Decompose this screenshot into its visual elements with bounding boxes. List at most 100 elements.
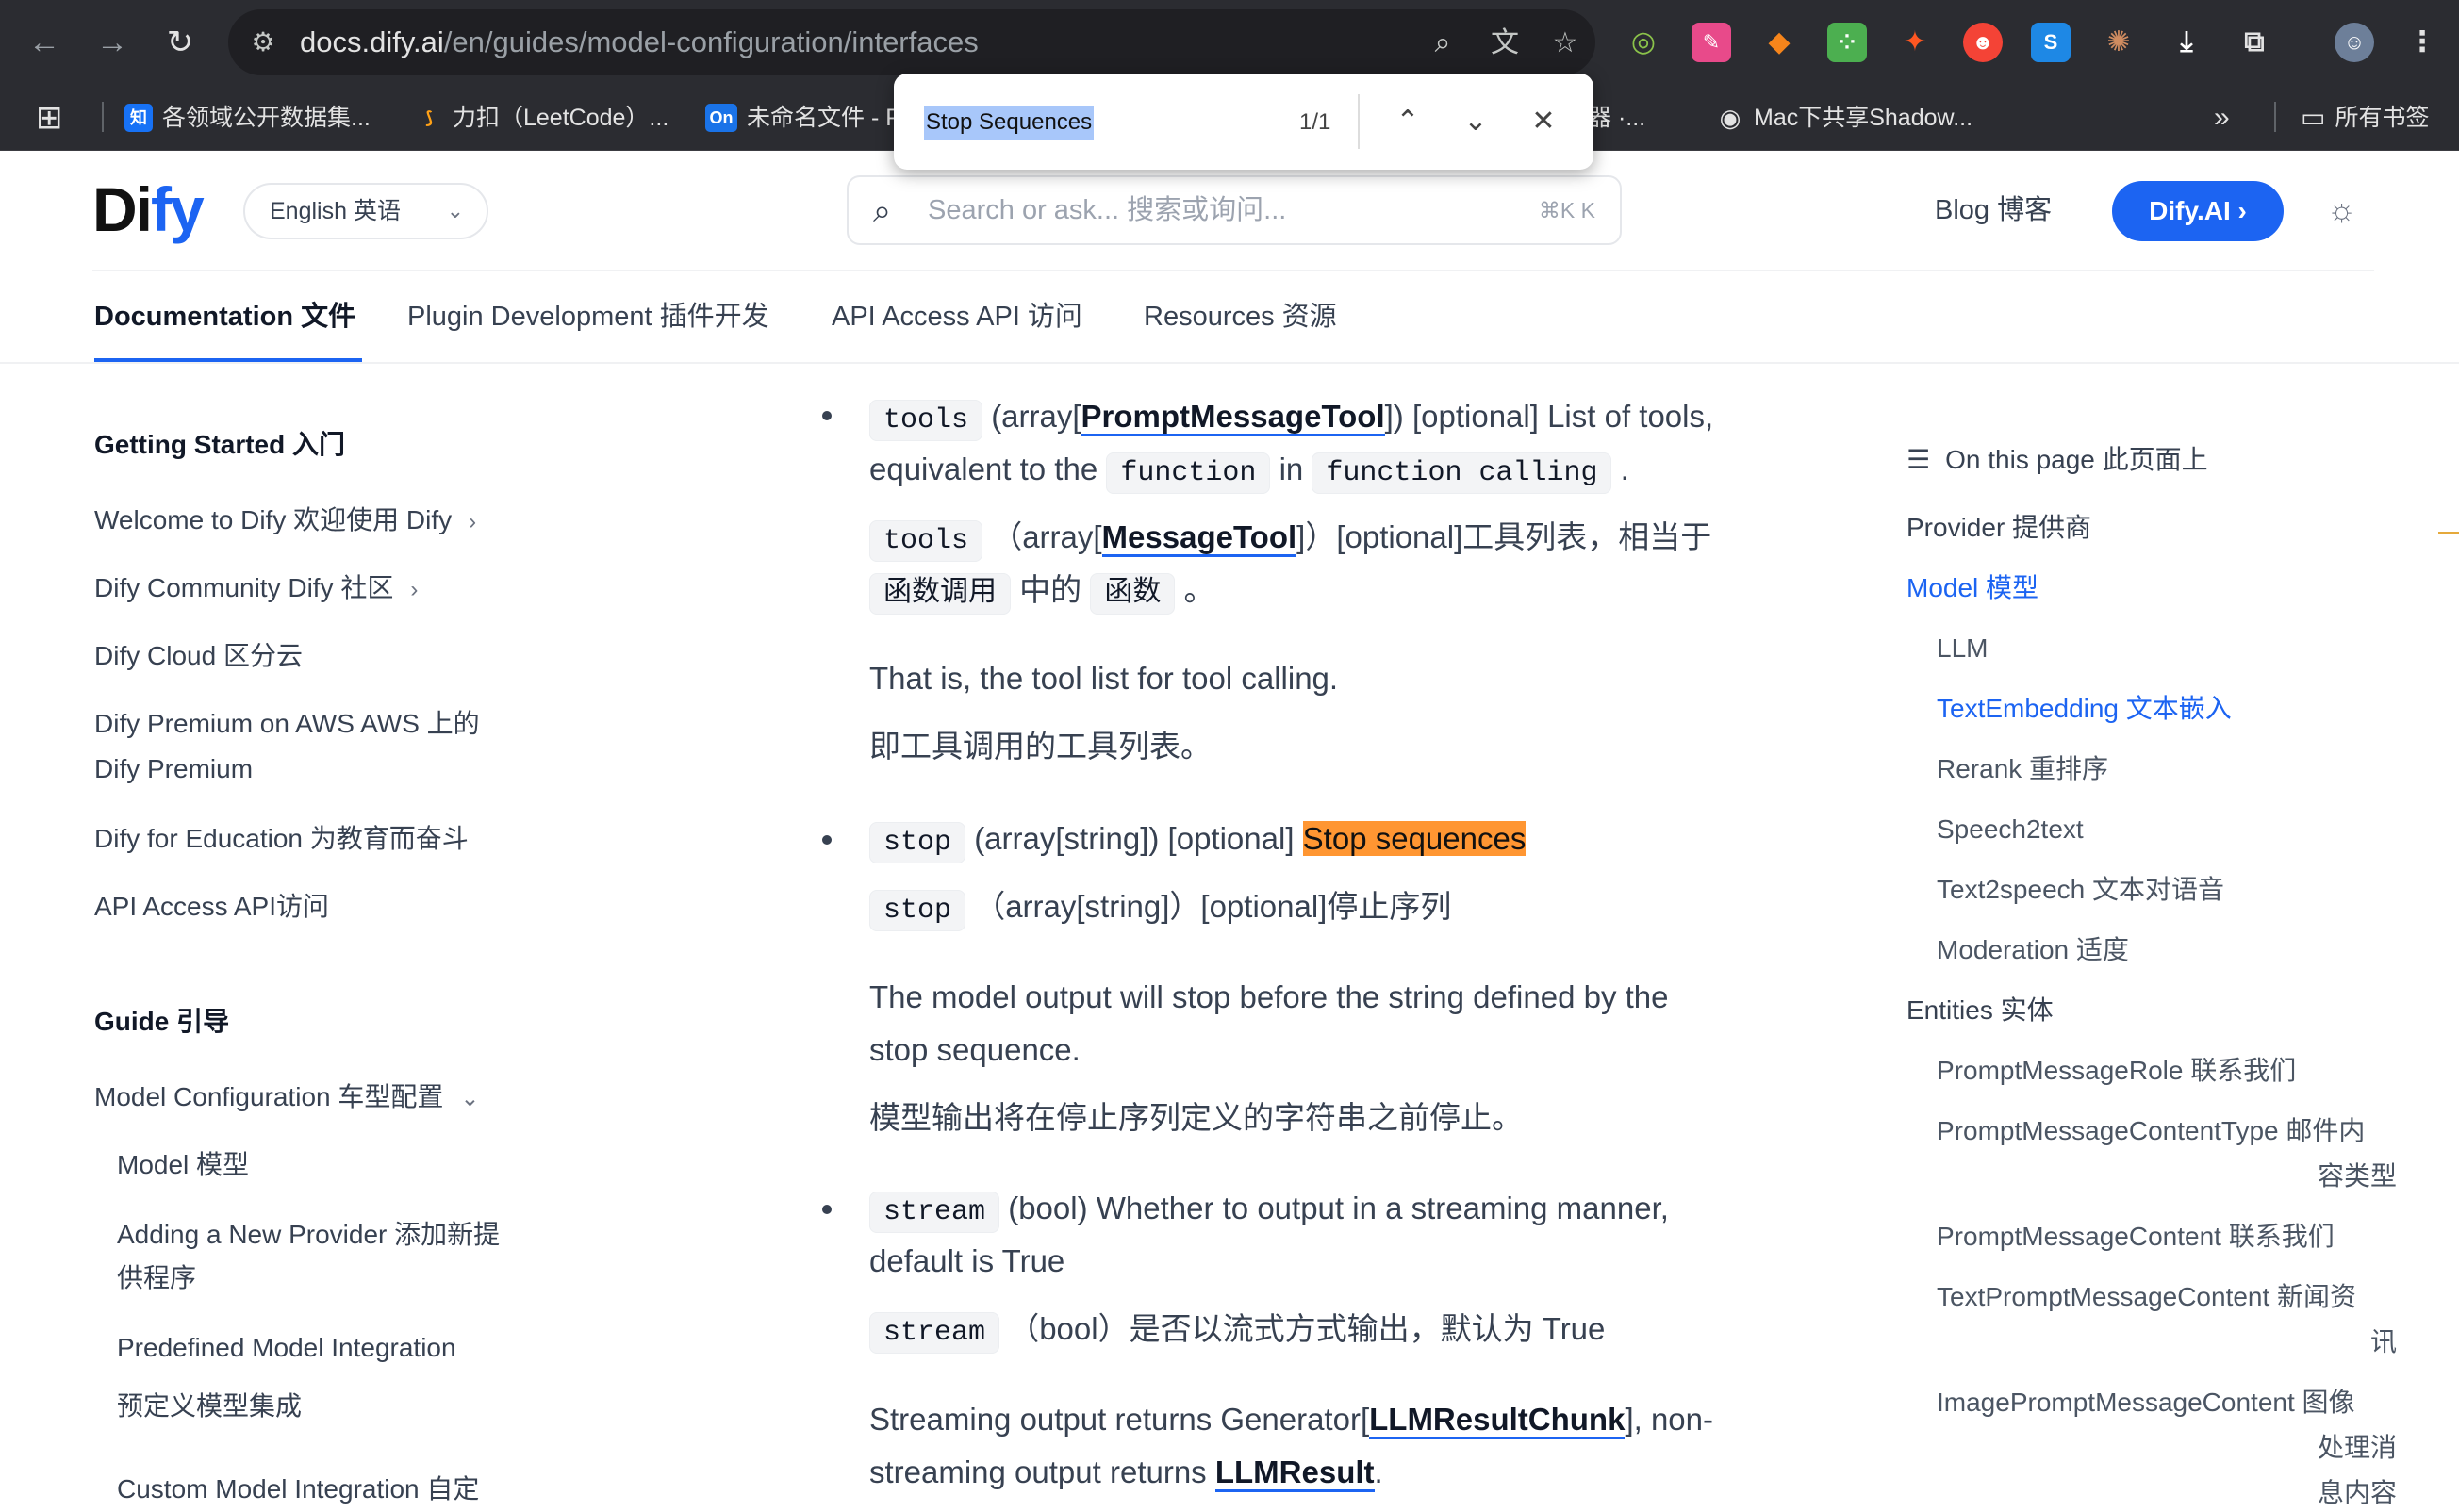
forward-arrow-icon[interactable]: → bbox=[91, 21, 134, 64]
find-close-icon[interactable]: ✕ bbox=[1522, 100, 1565, 143]
profile-avatar[interactable]: ☺ bbox=[2335, 23, 2374, 62]
find-divider bbox=[1358, 94, 1360, 149]
bookmark-label: 力扣（LeetCode）... bbox=[453, 105, 669, 131]
toc-title: ☰ On this page 此页面上 bbox=[1906, 445, 2208, 474]
site-info-icon[interactable]: ⚙ bbox=[247, 26, 279, 58]
address-bar[interactable]: ⚙ docs.dify.ai/en/guides/model-configura… bbox=[228, 9, 1595, 75]
extensions-puzzle-icon[interactable]: ⧉ bbox=[2235, 23, 2274, 62]
all-bookmarks[interactable]: ▭ 所有书签 bbox=[2301, 92, 2429, 143]
toc-item[interactable]: Speech2text bbox=[1937, 811, 2084, 848]
find-next-icon[interactable]: ⌄ bbox=[1454, 100, 1497, 143]
toc-item[interactable]: TextPromptMessageContent 新闻资 bbox=[1937, 1278, 2356, 1316]
sidebar-item-new-provider-cont[interactable]: 供程序 bbox=[117, 1259, 196, 1297]
toc-item[interactable]: Moderation 适度 bbox=[1937, 931, 2129, 969]
toc-item[interactable]: Model 模型 bbox=[1906, 569, 2038, 607]
link-llm-result-chunk[interactable]: LLMResultChunk bbox=[1369, 1402, 1626, 1439]
toc-item[interactable]: ImagePromptMessageContent 图像 bbox=[1937, 1384, 2355, 1422]
toc-item[interactable]: PromptMessageContent 联系我们 bbox=[1937, 1218, 2335, 1256]
apps-grid-icon[interactable]: ⊞ bbox=[36, 92, 63, 143]
sidebar-heading-getting-started: Getting Started 入门 bbox=[94, 430, 346, 459]
search-box[interactable]: ⌕ Search or ask... 搜索或询问... ⌘K K bbox=[847, 175, 1622, 245]
toc-item[interactable]: 讯 bbox=[2370, 1323, 2397, 1361]
toc-item[interactable]: Text2speech 文本对语音 bbox=[1937, 871, 2224, 909]
star-bookmark-icon[interactable]: ☆ bbox=[1546, 26, 1584, 60]
stream-zh-line: stream （bool）是否以流式方式输出，默认为 True bbox=[869, 1303, 1605, 1359]
url-text[interactable]: docs.dify.ai/en/guides/model-configurati… bbox=[300, 9, 979, 75]
extension-circle-icon[interactable]: ◎ bbox=[1624, 23, 1663, 62]
metamask-fox-icon[interactable]: ◆ bbox=[1759, 23, 1799, 62]
bookmark-item[interactable]: ◉ Mac下共享Shadow... bbox=[1716, 92, 1972, 143]
dify-logo[interactable]: Dify bbox=[92, 173, 205, 245]
sidebar-item-education[interactable]: Dify for Education 为教育而奋斗 bbox=[94, 820, 469, 858]
bookmark-separator bbox=[102, 102, 104, 132]
scroll-marker bbox=[2438, 532, 2459, 534]
translate-icon[interactable]: 文 bbox=[1486, 26, 1524, 60]
link-message-tool[interactable]: MessageTool bbox=[1101, 519, 1297, 557]
find-previous-icon[interactable]: ⌃ bbox=[1386, 100, 1429, 143]
code-tools: tools bbox=[869, 520, 983, 562]
bookmark-item[interactable]: 知 各领域公开数据集... bbox=[124, 92, 371, 143]
extension-s-icon[interactable]: S bbox=[2031, 23, 2071, 62]
dify-ai-button[interactable]: Dify.AI › bbox=[2112, 181, 2284, 241]
toc-item[interactable]: Entities 实体 bbox=[1906, 992, 2054, 1029]
blog-link[interactable]: Blog 博客 bbox=[1935, 189, 2052, 232]
sidebar-item-api-access[interactable]: API Access API访问 bbox=[94, 888, 329, 926]
toc-item[interactable]: LLM bbox=[1937, 630, 1988, 667]
toc-item[interactable]: 息内容 bbox=[2318, 1474, 2397, 1512]
download-icon[interactable]: ⤓ bbox=[2167, 23, 2206, 62]
tab-documentation[interactable]: Documentation 文件 bbox=[94, 292, 355, 341]
toc-item[interactable]: PromptMessageContentType 邮件内 bbox=[1937, 1112, 2365, 1150]
extension-bot-icon[interactable]: ☻ bbox=[1963, 23, 2003, 62]
toc-item[interactable]: Rerank 重排序 bbox=[1937, 750, 2108, 788]
stop-para-zh: 模型输出将在停止序列定义的字符串之前停止。 bbox=[869, 1100, 1523, 1135]
more-bookmarks-icon[interactable]: » bbox=[2214, 92, 2230, 143]
toc-item[interactable]: 处理消 bbox=[2318, 1429, 2397, 1467]
tab-plugin-development[interactable]: Plugin Development 插件开发 bbox=[407, 292, 769, 341]
cookie-icon[interactable]: ✺ bbox=[2099, 23, 2138, 62]
bookmark-item[interactable]: 器 ·... bbox=[1588, 92, 1645, 143]
toc-item[interactable]: Provider 提供商 bbox=[1906, 509, 2091, 547]
sidebar-item-model[interactable]: Model 模型 bbox=[117, 1146, 249, 1184]
chevron-down-icon: ⌄ bbox=[446, 199, 464, 222]
stream-para-1: Streaming output returns Generator[LLMRe… bbox=[869, 1393, 1713, 1446]
toc-item[interactable]: TextEmbedding 文本嵌入 bbox=[1937, 690, 2232, 728]
sidebar-item-model-configuration[interactable]: Model Configuration 车型配置 ⌄ bbox=[94, 1078, 479, 1118]
toc-item[interactable]: 容类型 bbox=[2318, 1158, 2397, 1195]
theme-toggle-sun-icon[interactable]: ☼ bbox=[2327, 189, 2356, 232]
sidebar-item-new-provider[interactable]: Adding a New Provider 添加新提 bbox=[117, 1216, 500, 1254]
toc-item[interactable]: PromptMessageRole 联系我们 bbox=[1937, 1052, 2296, 1090]
find-page-icon[interactable]: ⌕ bbox=[1424, 26, 1461, 60]
code-function: function bbox=[1106, 452, 1271, 494]
bookmark-item[interactable]: On 未命名文件 - P bbox=[705, 92, 901, 143]
language-select[interactable]: English 英语 ⌄ bbox=[243, 183, 488, 239]
extension-spark-icon[interactable]: ✦ bbox=[1895, 23, 1935, 62]
sidebar-item-cloud[interactable]: Dify Cloud 区分云 bbox=[94, 637, 303, 675]
sidebar-item-predefined-model[interactable]: Predefined Model Integration bbox=[117, 1329, 456, 1367]
leetcode-icon: ⟆ bbox=[424, 108, 434, 127]
sidebar-item-premium-aws[interactable]: Dify Premium on AWS AWS 上的 bbox=[94, 705, 480, 743]
extension-translate-icon[interactable]: ✎ bbox=[1692, 23, 1731, 62]
link-llm-result[interactable]: LLMResult bbox=[1214, 1454, 1375, 1492]
extension-grid-icon[interactable]: ⁘ bbox=[1827, 23, 1867, 62]
back-arrow-icon[interactable]: ← bbox=[23, 21, 66, 64]
stop-line: stop (array[string]) [optional] Stop seq… bbox=[869, 813, 1527, 869]
sidebar-heading-guide: Guide 引导 bbox=[94, 1007, 230, 1036]
tools-para-en: That is, the tool list for tool calling. bbox=[869, 661, 1339, 696]
sidebar-item-community[interactable]: Dify Community Dify 社区 › bbox=[94, 569, 418, 609]
menu-dots-icon[interactable]: ⋮ bbox=[2402, 23, 2442, 62]
tab-api-access[interactable]: API Access API 访问 bbox=[832, 292, 1082, 341]
code-function-calling: function calling bbox=[1312, 452, 1612, 494]
link-prompt-message-tool[interactable]: PromptMessageTool bbox=[1081, 399, 1385, 436]
find-input[interactable]: Stop Sequences bbox=[924, 106, 1095, 140]
code-stop: stop bbox=[869, 822, 966, 863]
find-bar: Stop Sequences 1/1 ⌃ ⌄ ✕ bbox=[894, 74, 1593, 170]
bookmark-label: 各领域公开数据集... bbox=[162, 105, 371, 131]
reload-icon[interactable]: ↻ bbox=[158, 21, 202, 64]
sidebar-item-custom-model[interactable]: Custom Model Integration 自定 bbox=[117, 1471, 479, 1508]
sidebar-item-premium-aws-cont[interactable]: Dify Premium bbox=[94, 750, 253, 788]
tab-resources[interactable]: Resources 资源 bbox=[1144, 292, 1337, 341]
chevron-down-icon: ⌄ bbox=[460, 1086, 480, 1111]
sidebar-item-predefined-model-zh[interactable]: 预定义模型集成 bbox=[117, 1388, 302, 1425]
bookmark-item[interactable]: ⟆ 力扣（LeetCode）... bbox=[415, 92, 668, 143]
sidebar-item-welcome[interactable]: Welcome to Dify 欢迎使用 Dify › bbox=[94, 501, 476, 541]
